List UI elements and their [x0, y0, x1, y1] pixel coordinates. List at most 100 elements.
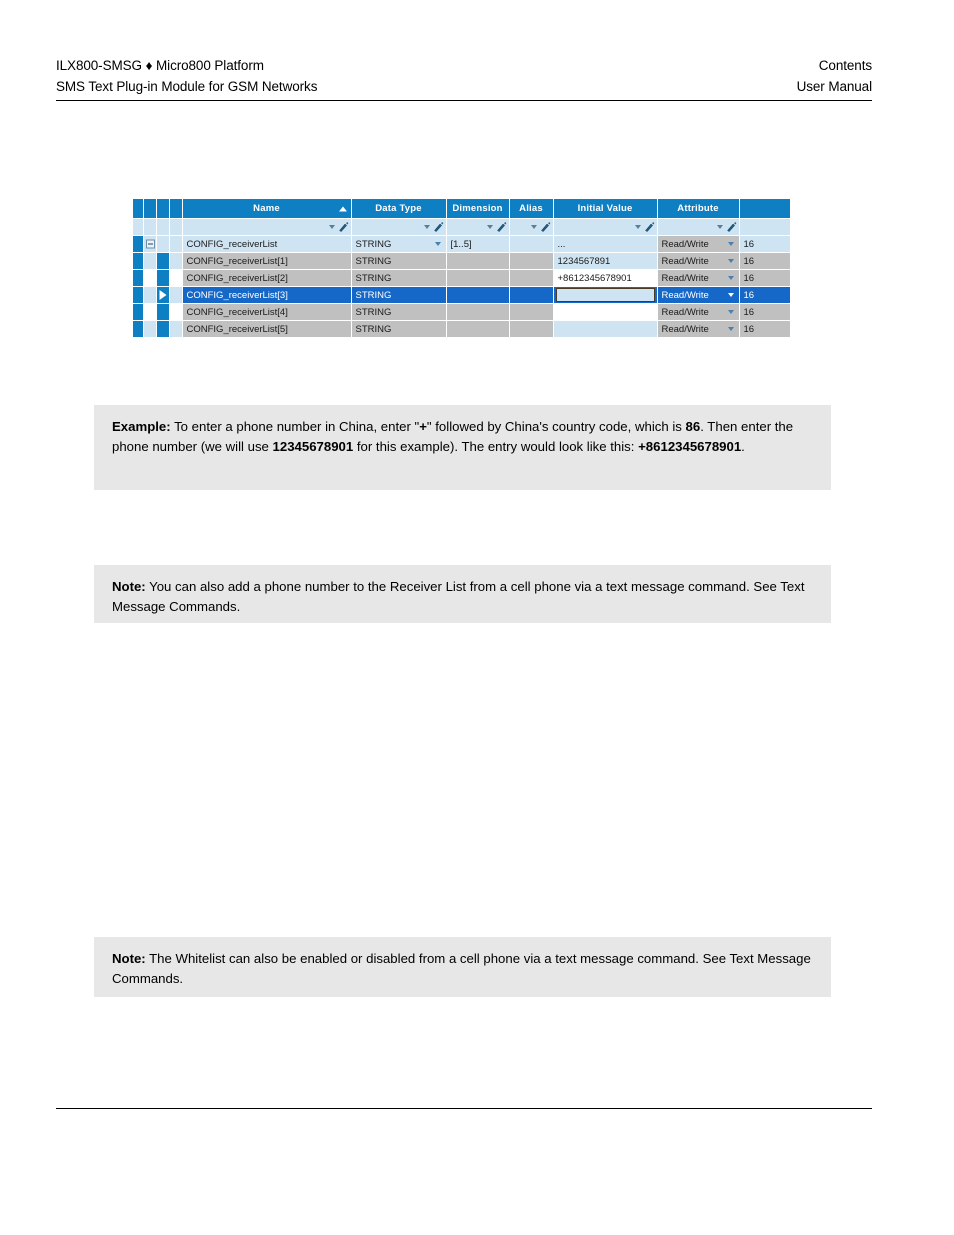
column-header-dimension[interactable]: Dimension	[446, 199, 510, 219]
column-header-attribute[interactable]: Attribute	[657, 199, 740, 219]
cell-attribute[interactable]: Read/Write	[657, 320, 740, 338]
chevron-down-icon[interactable]	[727, 276, 734, 280]
filter-cell-data-type[interactable]	[351, 218, 447, 236]
header-section-label: Contents	[818, 58, 872, 73]
cell-dimension[interactable]	[446, 286, 510, 304]
cell-attribute[interactable]: Read/Write	[657, 286, 740, 304]
cell-initial-value[interactable]: ...	[553, 235, 658, 253]
chevron-down-icon[interactable]	[434, 242, 441, 246]
example-callout-country-code: 86	[685, 419, 701, 434]
table-row[interactable]: CONFIG_receiverList[5] STRING Read/Write…	[133, 320, 791, 338]
cell-dimension[interactable]	[446, 269, 510, 287]
table-row[interactable]: CONFIG_receiverList[1] STRING 1234567891…	[133, 252, 791, 270]
cell-data-type[interactable]: STRING	[351, 303, 447, 321]
chevron-down-icon[interactable]	[634, 225, 641, 229]
initial-value-input[interactable]	[555, 288, 655, 302]
cell-attribute[interactable]: Read/Write	[657, 235, 740, 253]
cell-dimension-text: [1..5]	[450, 238, 472, 250]
table-row[interactable]: CONFIG_receiverList[4] STRING Read/Write…	[133, 303, 791, 321]
cell-alias[interactable]	[509, 252, 554, 270]
filter-edit-icon[interactable]	[338, 222, 349, 232]
cell-initial-value[interactable]: 1234567891	[553, 252, 658, 270]
filter-edit-icon[interactable]	[726, 222, 737, 232]
cell-extra-text: 16	[743, 289, 755, 301]
cell-name[interactable]: CONFIG_receiverList[3]	[182, 286, 352, 304]
filter-cell-attribute[interactable]	[657, 218, 740, 236]
row-gutter-indicator	[133, 320, 144, 338]
cell-name[interactable]: CONFIG_receiverList[5]	[182, 320, 352, 338]
cell-data-type[interactable]: STRING	[351, 235, 447, 253]
sort-ascending-icon[interactable]	[338, 206, 347, 211]
cell-data-type[interactable]: STRING	[351, 252, 447, 270]
cell-initial-value[interactable]	[553, 320, 658, 338]
cell-data-type-text: STRING	[355, 255, 392, 267]
cell-data-type[interactable]: STRING	[351, 269, 447, 287]
cell-alias[interactable]	[509, 286, 554, 304]
table-row[interactable]: CONFIG_receiverList STRING [1..5] ... Re…	[133, 235, 791, 253]
filter-edit-icon[interactable]	[433, 222, 444, 232]
cell-data-type[interactable]: STRING	[351, 320, 447, 338]
filter-cell-name[interactable]	[182, 218, 352, 236]
table-row[interactable]: CONFIG_receiverList[2] STRING +861234567…	[133, 269, 791, 287]
chevron-down-icon[interactable]	[423, 225, 430, 229]
cell-data-type[interactable]: STRING	[351, 286, 447, 304]
cell-name[interactable]: CONFIG_receiverList[4]	[182, 303, 352, 321]
cell-dimension[interactable]	[446, 303, 510, 321]
cell-attribute[interactable]: Read/Write	[657, 252, 740, 270]
cell-initial-value[interactable]: +8612345678901	[553, 269, 658, 287]
filter-edit-icon[interactable]	[644, 222, 655, 232]
page-header-line-2: SMS Text Plug-in Module for GSM Networks…	[56, 76, 872, 97]
cell-dimension[interactable]: [1..5]	[446, 235, 510, 253]
cell-name[interactable]: CONFIG_receiverList	[182, 235, 352, 253]
collapse-icon[interactable]	[145, 239, 155, 249]
header-gutter-b	[143, 199, 157, 219]
cell-name-text: CONFIG_receiverList[5]	[186, 323, 288, 335]
chevron-down-icon[interactable]	[727, 293, 734, 297]
filter-cell-initial-value[interactable]	[553, 218, 658, 236]
row-gutter-b	[143, 252, 157, 270]
row-gutter-indicator	[133, 286, 144, 304]
chevron-down-icon[interactable]	[727, 259, 734, 263]
cell-name-text: CONFIG_receiverList	[186, 238, 278, 250]
cell-attribute[interactable]: Read/Write	[657, 269, 740, 287]
filter-cell-dimension[interactable]	[446, 218, 510, 236]
cell-name[interactable]: CONFIG_receiverList[1]	[182, 252, 352, 270]
chevron-down-icon[interactable]	[328, 225, 335, 229]
row-gutter-indicator	[133, 269, 144, 287]
cell-data-type-text: STRING	[355, 306, 392, 318]
cell-alias[interactable]	[509, 269, 554, 287]
chevron-down-icon[interactable]	[486, 225, 493, 229]
column-header-data-type[interactable]: Data Type	[351, 199, 447, 219]
filter-cell-alias[interactable]	[509, 218, 554, 236]
column-header-initial-value-label: Initial Value	[577, 202, 633, 214]
chevron-down-icon[interactable]	[727, 242, 734, 246]
cell-alias[interactable]	[509, 320, 554, 338]
footer-divider	[56, 1108, 872, 1109]
variable-grid[interactable]: Name Data Type Dimension Alias Initial V…	[133, 199, 791, 338]
cell-dimension[interactable]	[446, 320, 510, 338]
chevron-down-icon[interactable]	[716, 225, 723, 229]
header-module-line: SMS Text Plug-in Module for GSM Networks	[56, 79, 318, 94]
cell-attribute[interactable]: Read/Write	[657, 303, 740, 321]
cell-alias[interactable]	[509, 235, 554, 253]
cell-alias[interactable]	[509, 303, 554, 321]
row-gutter-d	[169, 320, 183, 338]
cell-extra: 16	[739, 235, 791, 253]
cell-name[interactable]: CONFIG_receiverList[2]	[182, 269, 352, 287]
row-gutter-c	[156, 269, 170, 287]
header-divider	[56, 100, 872, 101]
column-header-name[interactable]: Name	[182, 199, 352, 219]
chevron-down-icon[interactable]	[727, 327, 734, 331]
chevron-down-icon[interactable]	[530, 225, 537, 229]
chevron-down-icon[interactable]	[727, 310, 734, 314]
cell-initial-value-editor[interactable]	[553, 286, 658, 304]
column-header-alias[interactable]: Alias	[509, 199, 554, 219]
column-header-initial-value[interactable]: Initial Value	[553, 199, 658, 219]
cell-initial-value[interactable]	[553, 303, 658, 321]
cell-attribute-text: Read/Write	[661, 272, 709, 284]
table-row-selected[interactable]: CONFIG_receiverList[3] STRING Read/Write	[133, 286, 791, 304]
grid-filter-row[interactable]	[133, 218, 791, 236]
filter-edit-icon[interactable]	[496, 222, 507, 232]
filter-edit-icon[interactable]	[540, 222, 551, 232]
cell-dimension[interactable]	[446, 252, 510, 270]
